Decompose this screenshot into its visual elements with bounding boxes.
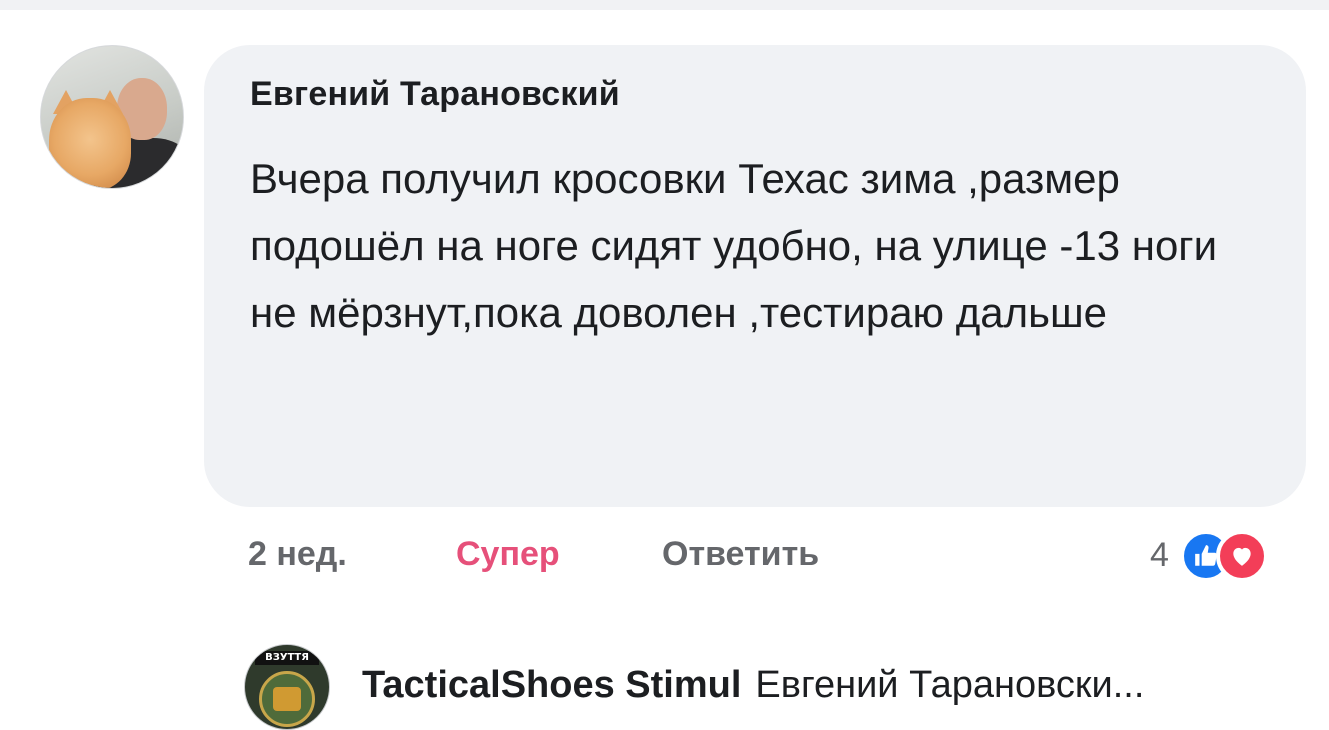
avatar-cat — [49, 98, 131, 188]
comment-text: Вчера получил кросовки Техас зима ,разме… — [250, 155, 1218, 336]
reply-button[interactable]: Ответить — [662, 535, 819, 574]
page-logo-text: ВЗУТТЯ — [265, 652, 309, 663]
comment-author[interactable]: Евгений Тарановский — [250, 75, 620, 114]
comment-bubble: Евгений Тарановский Вчера получил кросов… — [204, 45, 1306, 507]
page-logo-banner: ВЗУТТЯ — [255, 651, 319, 665]
page-logo-shield — [273, 687, 301, 711]
reply-preview-text: Евгений Тарановски... — [755, 664, 1145, 706]
page-avatar[interactable]: ВЗУТТЯ — [244, 644, 330, 730]
commenter-avatar[interactable] — [40, 45, 184, 189]
reply-line: TacticalShoes Stimul Евгений Тарановски..… — [362, 664, 1144, 707]
top-divider — [0, 0, 1329, 10]
reaction-count: 4 — [1150, 536, 1169, 574]
comment-timestamp[interactable]: 2 нед. — [248, 535, 347, 574]
love-icon — [1216, 530, 1268, 582]
react-button[interactable]: Супер — [456, 535, 560, 574]
reply-author[interactable]: TacticalShoes Stimul — [362, 664, 741, 706]
